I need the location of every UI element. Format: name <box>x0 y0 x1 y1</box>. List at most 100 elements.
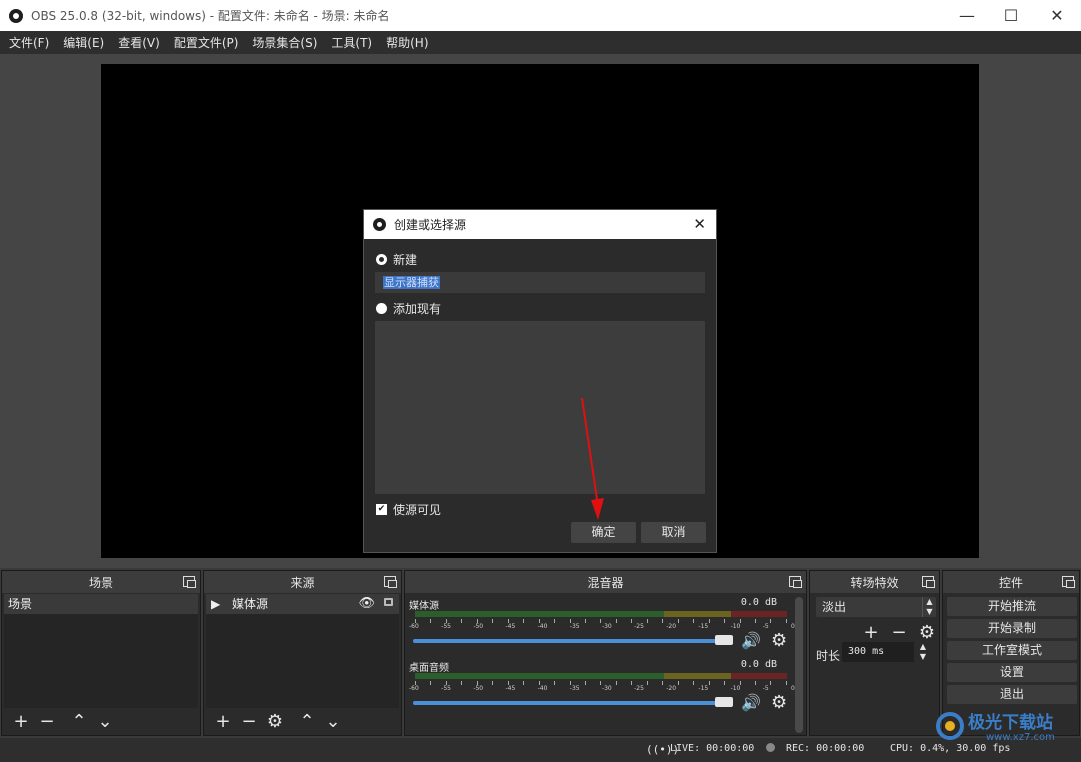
studio-mode-button[interactable]: 工作室模式 <box>947 641 1077 660</box>
volume-meter <box>415 673 787 679</box>
start-streaming-button[interactable]: 开始推流 <box>947 597 1077 616</box>
arrow-up-icon[interactable]: ⌃ <box>66 710 92 732</box>
transition-select[interactable]: 淡出 ▲ ▼ <box>816 597 936 617</box>
add-icon[interactable]: + <box>210 710 236 732</box>
chevron-up-down-icon[interactable]: ▲ ▼ <box>922 597 936 617</box>
start-recording-button[interactable]: 开始录制 <box>947 619 1077 638</box>
menu-tools[interactable]: 工具(T) <box>324 34 379 51</box>
volume-slider[interactable] <box>413 701 727 705</box>
volume-slider-handle[interactable] <box>715 635 733 645</box>
remove-icon[interactable]: − <box>34 710 60 732</box>
tick-label: -25 <box>634 623 644 630</box>
tick-label: -35 <box>569 623 580 630</box>
mixer-channel: 媒体源 0.0 dB -60 -55 -50 -45 -40 -35 -30 -… <box>409 597 795 653</box>
add-icon[interactable]: + <box>858 621 884 643</box>
create-new-radio-row[interactable]: 新建 <box>376 251 417 268</box>
make-visible-row[interactable]: ✔ 使源可见 <box>376 501 441 518</box>
menu-scene-collection[interactable]: 场景集合(S) <box>245 34 324 51</box>
settings-button[interactable]: 设置 <box>947 663 1077 682</box>
eye-icon[interactable]: 👁 <box>358 594 375 614</box>
sources-dock: 来源 ▶ 媒体源 👁 + − ⚙ ⌃ ⌄ <box>203 570 402 736</box>
tick-label: -15 <box>698 623 709 630</box>
tick-label: -40 <box>537 623 548 630</box>
duration-input[interactable]: 300 ms <box>842 642 914 662</box>
gear-icon[interactable]: ⚙ <box>914 621 940 643</box>
sources-list[interactable]: ▶ 媒体源 👁 <box>206 594 399 708</box>
menu-help[interactable]: 帮助(H) <box>379 34 435 51</box>
source-name-value: 显示器捕获 <box>383 276 440 289</box>
transitions-dock: 转场特效 淡出 ▲ ▼ + − ⚙ 时长 300 ms ▲ ▼ <box>809 570 940 736</box>
add-existing-radio-row[interactable]: 添加现有 <box>376 300 441 317</box>
list-item[interactable]: 场景 <box>4 594 198 614</box>
play-icon[interactable]: ▶ <box>211 594 220 614</box>
scenes-list[interactable]: 场景 <box>4 594 198 708</box>
float-dock-icon[interactable] <box>789 576 802 588</box>
gear-icon[interactable]: ⚙ <box>262 710 288 732</box>
mixer-scrollbar[interactable] <box>795 597 803 733</box>
source-name-input[interactable]: 显示器捕获 <box>375 272 705 293</box>
tick-label: -5 <box>762 685 769 692</box>
controls-dock-title: 控件 <box>998 575 1023 590</box>
list-item[interactable]: ▶ 媒体源 👁 <box>206 594 399 614</box>
tick-label: -45 <box>505 623 516 630</box>
tick-label: -5 <box>762 623 769 630</box>
volume-slider-handle[interactable] <box>715 697 733 707</box>
rec-dot-icon <box>766 743 775 752</box>
sources-toolbar: + − ⚙ ⌃ ⌄ <box>206 709 399 733</box>
duration-spinner[interactable]: ▲ ▼ <box>916 642 930 662</box>
maximize-button[interactable]: ☐ <box>988 0 1034 31</box>
watermark-logo: 极光下载站 www.xz7.com <box>934 708 1076 748</box>
tick-label: -20 <box>666 685 677 692</box>
tick-label: -10 <box>730 623 741 630</box>
float-dock-icon[interactable] <box>384 576 397 588</box>
transition-select-value: 淡出 <box>822 600 847 614</box>
arrow-down-icon[interactable]: ⌄ <box>92 710 118 732</box>
existing-sources-list[interactable] <box>375 321 705 494</box>
obs-logo-icon <box>9 8 23 23</box>
float-dock-icon[interactable] <box>183 576 196 588</box>
remove-icon[interactable]: − <box>886 621 912 643</box>
exit-button[interactable]: 退出 <box>947 685 1077 704</box>
float-dock-icon[interactable] <box>922 576 935 588</box>
menu-profile[interactable]: 配置文件(P) <box>167 34 246 51</box>
close-icon[interactable]: ✕ <box>693 215 706 233</box>
remove-icon[interactable]: − <box>236 710 262 732</box>
tick-label: -55 <box>441 685 451 692</box>
speaker-icon[interactable]: 🔊 <box>741 693 761 712</box>
scenes-dock-title: 场景 <box>88 575 113 590</box>
volume-slider[interactable] <box>413 639 727 643</box>
tick-label: -50 <box>473 685 484 692</box>
ok-button[interactable]: 确定 <box>571 522 636 543</box>
gear-icon[interactable]: ⚙ <box>771 692 787 713</box>
minimize-button[interactable]: — <box>944 0 990 31</box>
menu-edit[interactable]: 编辑(E) <box>56 34 111 51</box>
menu-file[interactable]: 文件(F) <box>2 34 56 51</box>
speaker-icon[interactable]: 🔊 <box>741 631 761 650</box>
watermark-swirl-icon <box>936 712 964 740</box>
source-label: 媒体源 <box>232 597 269 611</box>
tick-label: -40 <box>537 685 548 692</box>
tick-label: -55 <box>441 623 451 630</box>
create-new-radio[interactable] <box>376 254 387 265</box>
menu-view[interactable]: 查看(V) <box>111 34 167 51</box>
float-dock-icon[interactable] <box>1062 576 1075 588</box>
watermark-url: www.xz7.com <box>986 732 1055 743</box>
close-button[interactable]: ✕ <box>1034 0 1080 31</box>
add-existing-radio[interactable] <box>376 303 387 314</box>
mixer-dock: 混音器 媒体源 0.0 dB -60 -55 -50 -45 -40 -35 -… <box>404 570 807 736</box>
tick-label: -10 <box>730 685 741 692</box>
transitions-dock-header: 转场特效 <box>810 571 939 593</box>
gear-icon[interactable]: ⚙ <box>771 630 787 651</box>
add-icon[interactable]: + <box>8 710 34 732</box>
arrow-up-icon[interactable]: ⌃ <box>294 710 320 732</box>
lock-icon[interactable] <box>384 598 393 606</box>
cancel-button[interactable]: 取消 <box>641 522 706 543</box>
arrow-down-icon[interactable]: ⌄ <box>320 710 346 732</box>
volume-meter <box>415 611 787 617</box>
scenes-dock: 场景 场景 + − ⌃ ⌄ <box>1 570 201 736</box>
tick-label: -60 <box>409 685 419 692</box>
controls-dock-header: 控件 <box>943 571 1079 593</box>
watermark-text: 极光下载站 <box>968 713 1053 733</box>
make-visible-checkbox[interactable]: ✔ <box>376 504 387 515</box>
channel-name: 桌面音频 <box>409 663 449 674</box>
